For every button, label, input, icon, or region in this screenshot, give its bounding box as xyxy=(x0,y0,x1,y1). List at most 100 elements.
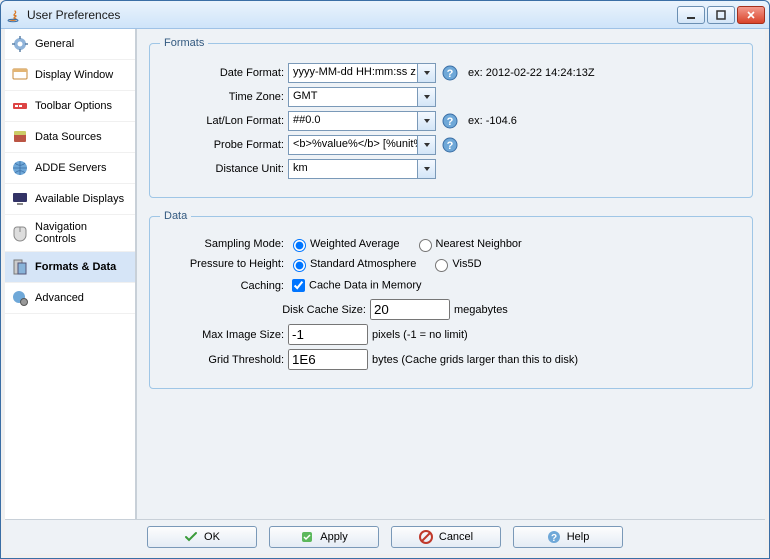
sidebar-item-label: Navigation Controls xyxy=(35,221,129,245)
window-title: User Preferences xyxy=(27,8,677,22)
button-label: Cancel xyxy=(439,531,473,543)
latlon-format-value[interactable]: ##0.0 xyxy=(289,112,417,130)
formats-legend: Formats xyxy=(160,37,208,49)
grid-threshold-suffix: bytes (Cache grids larger than this to d… xyxy=(372,354,578,366)
probe-format-value[interactable]: <b>%value%</b> [%unit%] xyxy=(289,136,417,154)
radio-weighted-average-input[interactable] xyxy=(293,239,306,252)
radio-label: Standard Atmosphere xyxy=(310,258,416,270)
button-label: OK xyxy=(204,531,220,543)
disk-cache-suffix: megabytes xyxy=(454,304,508,316)
sampling-mode-label: Sampling Mode: xyxy=(160,238,288,250)
formats-icon xyxy=(11,258,29,276)
latlon-format-hint: ex: -104.6 xyxy=(468,115,517,127)
close-button[interactable] xyxy=(737,6,765,24)
sidebar-item-label: Formats & Data xyxy=(35,261,116,273)
time-zone-value[interactable]: GMT xyxy=(289,88,417,106)
disk-cache-input[interactable] xyxy=(370,299,450,320)
date-format-label: Date Format: xyxy=(160,67,288,79)
probe-format-combo[interactable]: <b>%value%</b> [%unit%] xyxy=(288,135,436,155)
ok-button[interactable]: OK xyxy=(147,526,257,548)
client-area: General Display Window Toolbar Options D… xyxy=(5,29,765,554)
help-icon[interactable]: ? xyxy=(442,137,458,153)
caching-checkbox[interactable]: Cache Data in Memory xyxy=(288,276,422,295)
max-image-suffix: pixels (-1 = no limit) xyxy=(372,329,468,341)
radio-nearest-neighbor-input[interactable] xyxy=(419,239,432,252)
maximize-button[interactable] xyxy=(707,6,735,24)
datasources-icon xyxy=(11,128,29,146)
svg-text:?: ? xyxy=(447,68,454,80)
distance-unit-label: Distance Unit: xyxy=(160,163,288,175)
latlon-format-combo[interactable]: ##0.0 xyxy=(288,111,436,131)
data-fieldset: Data Sampling Mode: Weighted Average Nea… xyxy=(149,210,753,389)
check-icon xyxy=(184,530,198,544)
globe-gear-icon xyxy=(11,289,29,307)
distance-unit-combo[interactable]: km xyxy=(288,159,436,179)
date-format-combo[interactable]: yyyy-MM-dd HH:mm:ss z xyxy=(288,63,436,83)
time-zone-combo[interactable]: GMT xyxy=(288,87,436,107)
chevron-down-icon[interactable] xyxy=(417,136,435,154)
sidebar-item-label: Display Window xyxy=(35,69,113,81)
cancel-icon xyxy=(419,530,433,544)
sidebar-item-display-window[interactable]: Display Window xyxy=(5,60,135,91)
sidebar-item-adde-servers[interactable]: ADDE Servers xyxy=(5,153,135,184)
cancel-button[interactable]: Cancel xyxy=(391,526,501,548)
java-icon xyxy=(5,7,21,23)
minimize-button[interactable] xyxy=(677,6,705,24)
distance-unit-value[interactable]: km xyxy=(289,160,417,178)
sidebar-item-data-sources[interactable]: Data Sources xyxy=(5,122,135,153)
help-icon[interactable]: ? xyxy=(442,65,458,81)
sidebar-item-toolbar-options[interactable]: Toolbar Options xyxy=(5,91,135,122)
help-button[interactable]: ? Help xyxy=(513,526,623,548)
window-controls xyxy=(677,6,765,24)
apply-icon xyxy=(300,530,314,544)
apply-button[interactable]: Apply xyxy=(269,526,379,548)
svg-text:?: ? xyxy=(447,116,454,128)
button-label: Help xyxy=(567,531,590,543)
radio-standard-atmosphere[interactable]: Standard Atmosphere xyxy=(288,256,416,272)
display-icon xyxy=(11,190,29,208)
time-zone-label: Time Zone: xyxy=(160,91,288,103)
chevron-down-icon[interactable] xyxy=(417,160,435,178)
button-label: Apply xyxy=(320,531,348,543)
sidebar-item-available-displays[interactable]: Available Displays xyxy=(5,184,135,215)
bottom-bar: OK Apply Cancel ? Help xyxy=(5,519,765,554)
max-image-label: Max Image Size: xyxy=(160,329,288,341)
svg-text:?: ? xyxy=(551,533,557,544)
sidebar-item-formats-data[interactable]: Formats & Data xyxy=(5,252,135,283)
svg-text:?: ? xyxy=(447,140,454,152)
chevron-down-icon[interactable] xyxy=(417,64,435,82)
date-format-hint: ex: 2012-02-22 14:24:13Z xyxy=(468,67,595,79)
globe-icon xyxy=(11,159,29,177)
disk-cache-label: Disk Cache Size: xyxy=(160,304,370,316)
help-icon[interactable]: ? xyxy=(442,113,458,129)
caching-checkbox-input[interactable] xyxy=(292,279,305,292)
grid-threshold-label: Grid Threshold: xyxy=(160,354,288,366)
help-icon: ? xyxy=(547,530,561,544)
monitor-icon xyxy=(11,66,29,84)
max-image-input[interactable] xyxy=(288,324,368,345)
radio-vis5d[interactable]: Vis5D xyxy=(430,256,481,272)
radio-label: Nearest Neighbor xyxy=(436,238,522,250)
sidebar: General Display Window Toolbar Options D… xyxy=(5,29,137,519)
radio-vis5d-input[interactable] xyxy=(435,259,448,272)
sidebar-item-advanced[interactable]: Advanced xyxy=(5,283,135,314)
titlebar[interactable]: User Preferences xyxy=(1,1,769,29)
sidebar-item-label: Toolbar Options xyxy=(35,100,112,112)
content-panel: Formats Date Format: yyyy-MM-dd HH:mm:ss… xyxy=(137,29,765,519)
sidebar-item-label: Data Sources xyxy=(35,131,102,143)
checkbox-label: Cache Data in Memory xyxy=(309,279,422,291)
grid-threshold-input[interactable] xyxy=(288,349,368,370)
radio-standard-atmosphere-input[interactable] xyxy=(293,259,306,272)
chevron-down-icon[interactable] xyxy=(417,112,435,130)
radio-nearest-neighbor[interactable]: Nearest Neighbor xyxy=(414,236,522,252)
radio-label: Vis5D xyxy=(452,258,481,270)
mouse-icon xyxy=(11,224,29,242)
sidebar-item-navigation-controls[interactable]: Navigation Controls xyxy=(5,215,135,252)
date-format-value[interactable]: yyyy-MM-dd HH:mm:ss z xyxy=(289,64,417,82)
sidebar-item-general[interactable]: General xyxy=(5,29,135,60)
radio-weighted-average[interactable]: Weighted Average xyxy=(288,236,400,252)
sidebar-item-label: General xyxy=(35,38,74,50)
radio-label: Weighted Average xyxy=(310,238,400,250)
chevron-down-icon[interactable] xyxy=(417,88,435,106)
toolbar-icon xyxy=(11,97,29,115)
